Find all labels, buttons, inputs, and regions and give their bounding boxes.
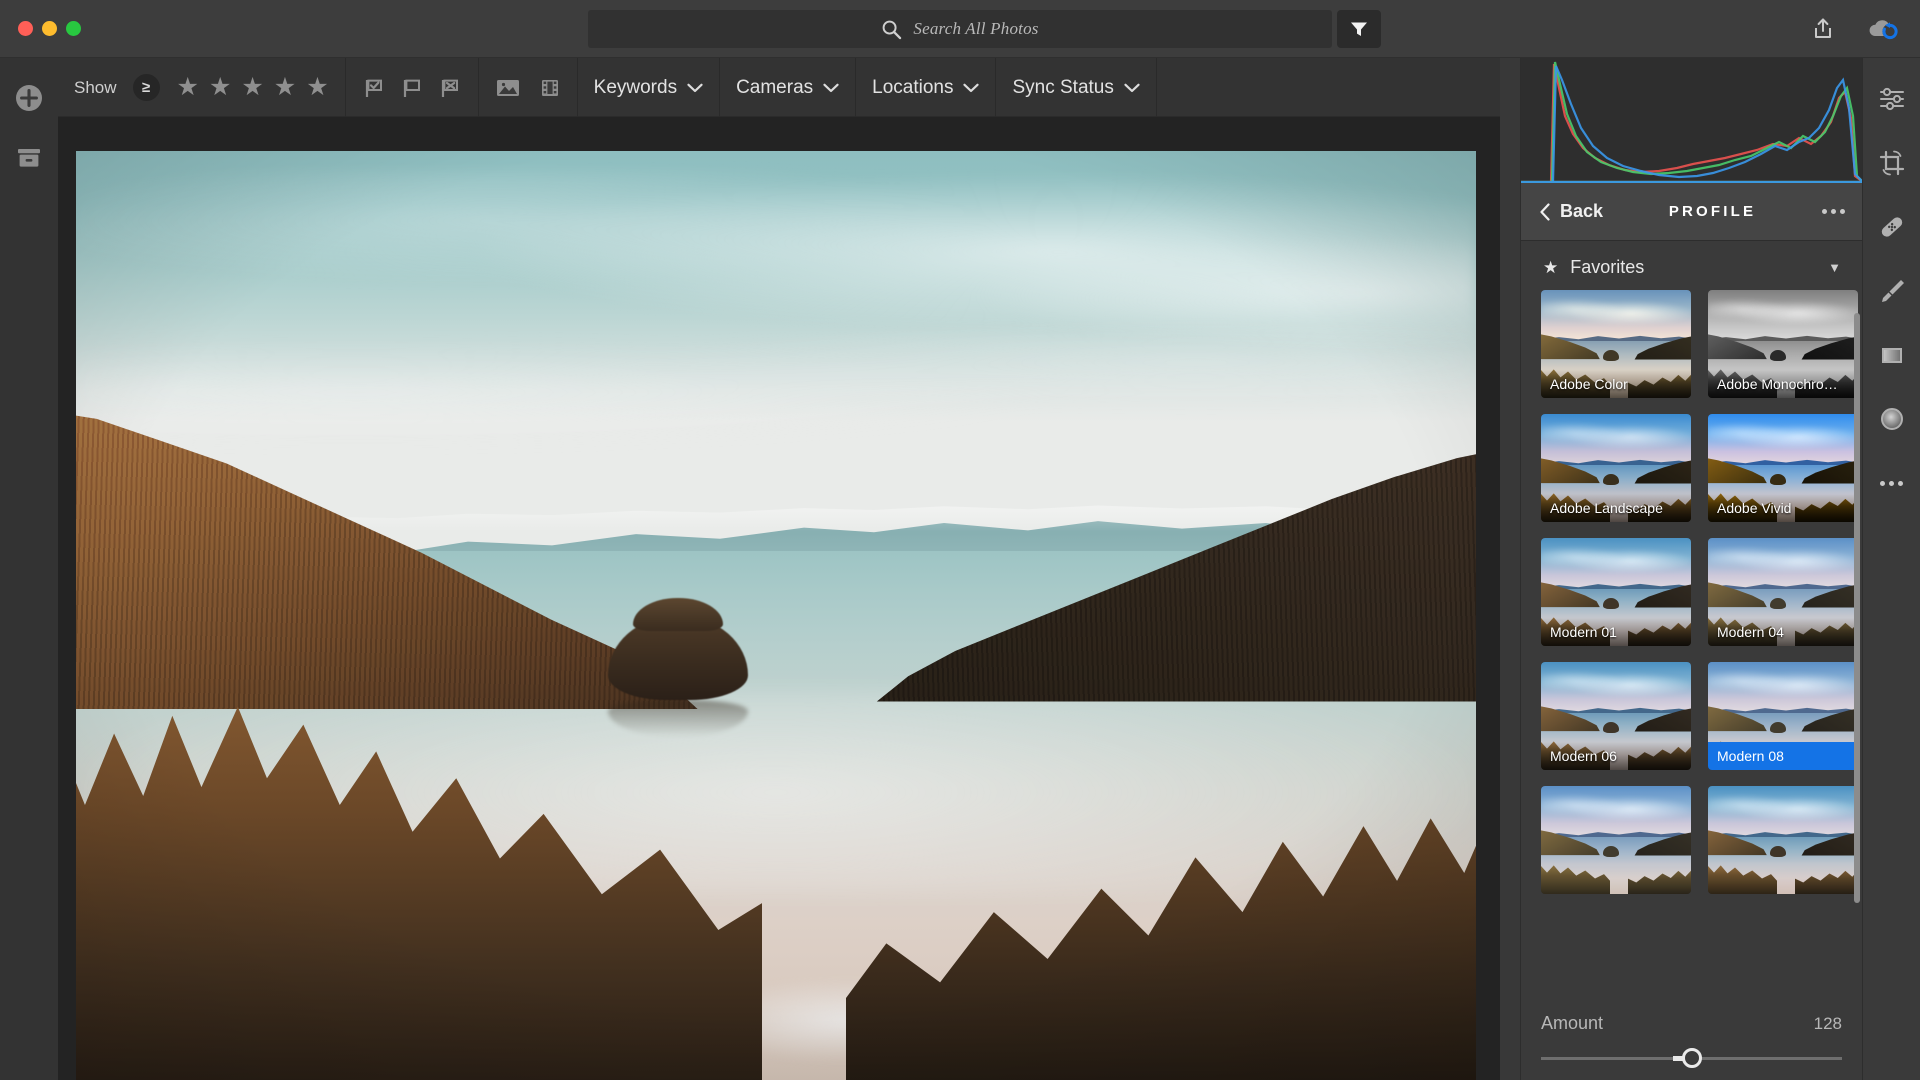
sliders-icon[interactable] (1875, 82, 1909, 116)
filter-toggle-button[interactable] (1337, 10, 1381, 48)
cloud-sync-button[interactable] (1866, 16, 1900, 42)
show-label: Show (74, 77, 117, 97)
profile-label: Adobe Landscape (1541, 494, 1691, 522)
profile-label: Modern 01 (1541, 618, 1691, 646)
photo-vignette (76, 151, 1476, 1080)
plus-circle-icon[interactable] (13, 82, 45, 114)
chevron-down-icon (963, 83, 980, 93)
amount-control: Amount 128 (1521, 1003, 1862, 1080)
locations-dropdown[interactable]: Locations (856, 58, 997, 117)
flag-filter-group (346, 58, 479, 117)
profile-panel-header: Back PROFILE (1521, 183, 1863, 241)
profile-label: Adobe Monochro… (1708, 370, 1858, 398)
back-button[interactable]: Back (1539, 201, 1603, 222)
profile-thumb-adobe-color[interactable]: Adobe Color (1541, 290, 1691, 398)
profile-label: Modern 06 (1541, 742, 1691, 770)
search-input[interactable]: Search All Photos (588, 10, 1332, 48)
profile-thumb-modern-08[interactable]: Modern 08 (1708, 662, 1858, 770)
star-4[interactable]: ★ (274, 75, 296, 100)
search-icon (881, 19, 902, 40)
favorites-group-header[interactable]: ★ Favorites ▼ (1521, 241, 1863, 290)
main-photo[interactable] (76, 151, 1476, 1080)
rating-filter-group: Show ≥ ★ ★ ★ ★ ★ (58, 58, 346, 117)
share-button[interactable] (1810, 16, 1836, 42)
chevron-left-icon (1539, 202, 1551, 221)
favorites-group-label: Favorites (1570, 257, 1645, 277)
sync-status-dropdown[interactable]: Sync Status (996, 58, 1157, 117)
cameras-dropdown[interactable]: Cameras (720, 58, 857, 117)
lightroom-app-window: Search All Photos Show ≥ ★ ★ ★ ★ ★ Keywo… (0, 0, 1920, 1080)
minimize-window-button[interactable] (42, 21, 57, 36)
flag-check-icon[interactable] (362, 76, 386, 100)
panel-scrollbar[interactable] (1854, 313, 1860, 903)
star-2[interactable]: ★ (209, 75, 231, 100)
rating-stars: ★ ★ ★ ★ ★ (177, 75, 329, 100)
profile-thumb-adobe-vivid[interactable]: Adobe Vivid (1708, 414, 1858, 522)
panel-title: PROFILE (1668, 203, 1757, 220)
flag-x-icon[interactable] (438, 76, 462, 100)
chevron-down-icon (687, 83, 703, 93)
profile-label: Modern 08 (1708, 742, 1858, 770)
rating-operator-button[interactable]: ≥ (132, 74, 160, 101)
profile-thumb-next-b[interactable] (1708, 786, 1858, 894)
search-placeholder: Search All Photos (913, 19, 1039, 38)
more-horizontal-icon[interactable] (1822, 209, 1845, 214)
profile-label: Modern 04 (1708, 618, 1858, 646)
left-sidebar (0, 58, 58, 1080)
back-button-label: Back (1560, 201, 1604, 221)
close-window-button[interactable] (18, 21, 33, 36)
profile-thumb-modern-04[interactable]: Modern 04 (1708, 538, 1858, 646)
media-type-filter-group (479, 58, 578, 117)
title-bar: Search All Photos (0, 0, 1920, 58)
amount-label: Amount (1541, 1013, 1604, 1033)
profile-browser: ★ Favorites ▼ Adobe Color Adobe Monochro… (1521, 241, 1863, 1080)
star-5[interactable]: ★ (306, 75, 328, 100)
linear-gradient-icon[interactable] (1875, 338, 1909, 372)
star-1[interactable]: ★ (177, 75, 199, 100)
filter-bar: Show ≥ ★ ★ ★ ★ ★ Keywords Cameras Locati… (0, 58, 1500, 117)
right-panel: Back PROFILE ★ Favorites ▼ Adobe Color A… (1520, 58, 1863, 1080)
amount-value: 128 (1813, 1013, 1842, 1033)
chevron-down-icon (823, 83, 839, 93)
archive-box-icon[interactable] (14, 142, 44, 172)
profile-thumb-adobe-landscape[interactable]: Adobe Landscape (1541, 414, 1691, 522)
radial-gradient-icon[interactable] (1875, 402, 1909, 436)
profile-label: Adobe Vivid (1708, 494, 1858, 522)
zoom-window-button[interactable] (66, 21, 81, 36)
chevron-down-icon (1124, 83, 1140, 93)
profile-thumb-next-a[interactable] (1541, 786, 1691, 894)
sync-status-dropdown-label: Sync Status (1012, 76, 1114, 98)
film-icon[interactable] (539, 77, 561, 99)
photo-canvas (58, 117, 1500, 1080)
bandage-icon[interactable] (1875, 210, 1909, 244)
flag-icon[interactable] (400, 76, 424, 100)
profile-thumb-adobe-monochrome[interactable]: Adobe Monochro… (1708, 290, 1858, 398)
keywords-dropdown-label: Keywords (593, 76, 678, 98)
tool-rail (1862, 58, 1920, 1080)
star-3[interactable]: ★ (241, 75, 263, 100)
keywords-dropdown[interactable]: Keywords (578, 58, 721, 117)
more-horizontal-icon[interactable] (1875, 466, 1909, 500)
histogram[interactable] (1521, 58, 1863, 183)
locations-dropdown-label: Locations (872, 76, 954, 98)
window-controls (18, 21, 81, 36)
star-icon: ★ (1543, 257, 1559, 277)
profile-label: Adobe Color (1541, 370, 1691, 398)
chevron-down-icon[interactable]: ▼ (1828, 260, 1841, 275)
crop-rotate-icon[interactable] (1875, 146, 1909, 180)
profile-thumb-modern-01[interactable]: Modern 01 (1541, 538, 1691, 646)
cameras-dropdown-label: Cameras (736, 76, 814, 98)
paintbrush-icon[interactable] (1875, 274, 1909, 308)
amount-slider[interactable] (1541, 1048, 1842, 1068)
profile-grid: Adobe Color Adobe Monochro… Adobe Landsc… (1521, 290, 1863, 894)
funnel-icon (1348, 18, 1370, 40)
slider-knob[interactable] (1681, 1048, 1702, 1068)
photo-icon[interactable] (495, 77, 521, 99)
title-bar-actions (1810, 0, 1900, 58)
profile-thumb-modern-06[interactable]: Modern 06 (1541, 662, 1691, 770)
